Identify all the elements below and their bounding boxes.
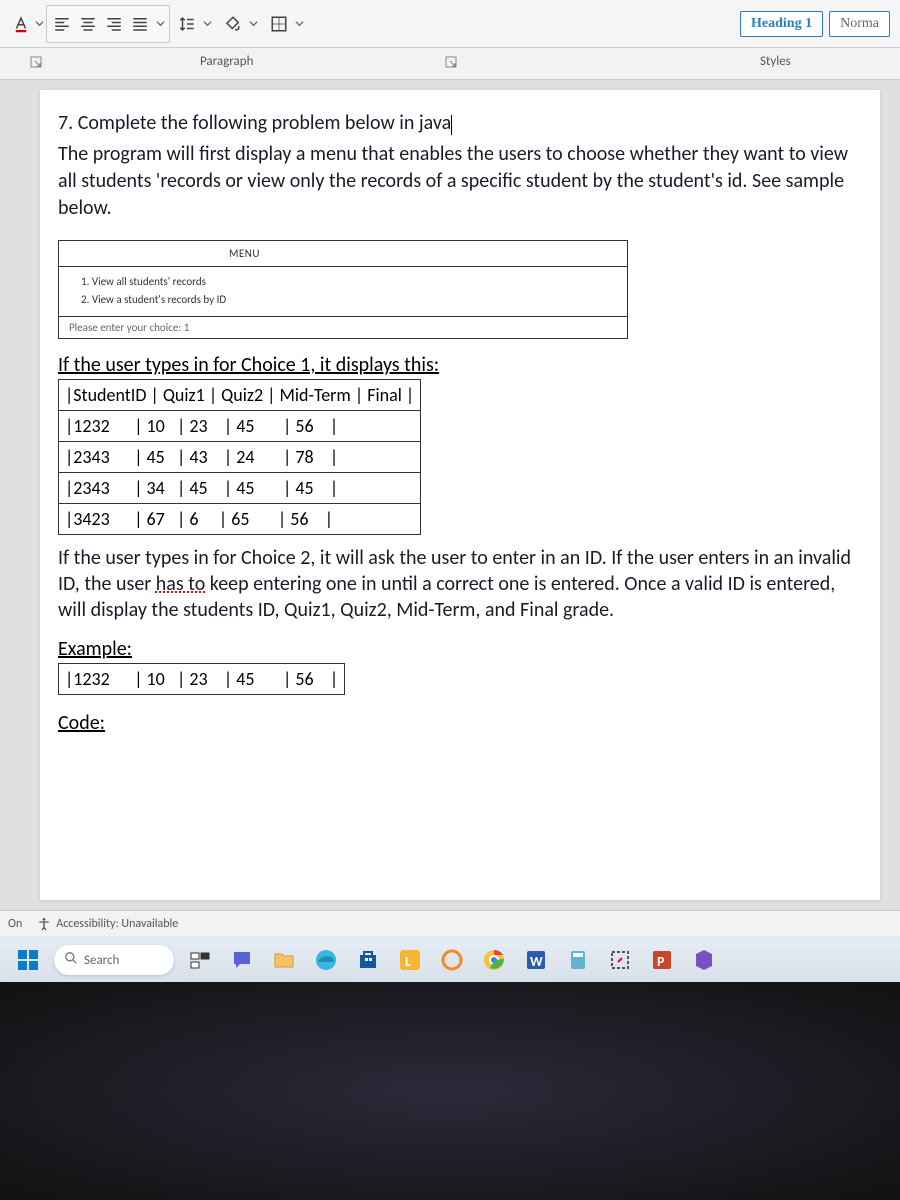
shading-group [218,5,262,43]
paragraph-align-group [46,5,170,43]
borders-icon[interactable] [268,13,290,35]
question-text: 7. Complete the following problem below … [58,110,862,222]
ribbon: Heading 1 Norma [0,0,900,48]
windows-taskbar: Search L W P [0,938,900,982]
chrome-icon[interactable] [478,944,510,976]
q-body: The program will first display a menu th… [58,141,862,222]
font-color-icon[interactable] [10,13,32,35]
chevron-down-icon[interactable] [202,19,212,28]
line-spacing-group [172,5,216,43]
table-row: |1232 | 10 | 23 | 45 | 56 | [59,664,345,695]
q-title: Complete the following problem below in … [73,111,451,135]
edge-icon[interactable] [310,944,342,976]
snip-icon[interactable] [604,944,636,976]
ribbon-group-labels: Paragraph Styles [0,48,900,80]
word-app-window: Heading 1 Norma Paragraph Styles 7. Comp… [0,0,900,960]
choice1-lead: If the user types in for Choice 1, it di… [58,353,862,377]
file-explorer-icon[interactable] [268,944,300,976]
code-label: Code: [58,711,862,735]
chat-icon[interactable] [226,944,258,976]
search-icon [64,951,78,969]
vs-icon[interactable] [688,944,720,976]
chevron-down-icon[interactable] [248,19,258,28]
align-center-icon[interactable] [77,13,99,35]
text-cursor [451,115,452,135]
example-label: Example: [58,637,862,661]
chevron-down-icon[interactable] [155,19,165,28]
physical-keyboard [0,982,900,1200]
store-icon[interactable] [352,944,384,976]
chevron-down-icon[interactable] [34,19,44,28]
svg-text:P: P [657,953,665,970]
align-justify-icon[interactable] [129,13,151,35]
group-label-styles: Styles [760,54,791,69]
styles-group: Heading 1 Norma [740,11,890,37]
app-circle-icon[interactable] [436,944,468,976]
table-row: |2343 | 34 | 45 | 45 | 45 | [59,473,421,504]
powerpoint-icon[interactable]: P [646,944,678,976]
table-row: |3423 | 67 | 6 | 65 | 56 | [59,504,421,535]
accessibility-status[interactable]: Accessibility: Unavailable [36,916,178,932]
align-left-icon[interactable] [51,13,73,35]
calc-icon[interactable] [562,944,594,976]
line-spacing-icon[interactable] [176,13,198,35]
task-view-icon[interactable] [184,944,216,976]
choice2-paragraph: If the user types in for Choice 2, it wi… [58,545,862,623]
menu-item: 1. View all students' records [81,273,617,291]
status-on: On [8,917,22,931]
group-label-paragraph: Paragraph [200,54,253,69]
q-number: 7. [58,111,73,135]
accessibility-icon [36,916,52,932]
style-heading1[interactable]: Heading 1 [740,11,823,37]
menu-sample-box: MENU 1. View all students' records 2. Vi… [58,240,628,339]
spellcheck-underline: has to [156,572,205,596]
status-bar: On Accessibility: Unavailable [0,910,900,936]
svg-text:L: L [405,953,411,970]
app-l-icon[interactable]: L [394,944,426,976]
word-icon[interactable]: W [520,944,552,976]
document-canvas[interactable]: 7. Complete the following problem below … [0,80,900,910]
menu-prompt: Please enter your choice: 1 [59,317,627,338]
dialog-launcher-icon[interactable] [445,56,459,70]
table-header-row: |StudentID | Quiz1 | Quiz2 | Mid-Term | … [59,380,421,411]
borders-group [264,5,308,43]
students-table: |StudentID | Quiz1 | Quiz2 | Mid-Term | … [58,379,421,535]
svg-text:W: W [530,953,543,970]
menu-header: MENU [59,241,627,267]
table-row: |2343 | 45 | 43 | 24 | 78 | [59,442,421,473]
example-table: |1232 | 10 | 23 | 45 | 56 | [58,663,345,695]
windows-start-icon[interactable] [12,944,44,976]
paint-bucket-icon[interactable] [222,13,244,35]
dialog-launcher-icon[interactable] [30,56,44,70]
align-right-icon[interactable] [103,13,125,35]
chevron-down-icon[interactable] [294,19,304,28]
taskbar-search[interactable]: Search [54,945,174,975]
menu-item: 2. View a student's records by ID [81,291,617,309]
table-row: |1232 | 10 | 23 | 45 | 56 | [59,411,421,442]
search-placeholder: Search [84,953,119,968]
style-normal[interactable]: Norma [829,11,890,37]
page: 7. Complete the following problem below … [40,90,880,900]
menu-items: 1. View all students' records 2. View a … [59,267,627,317]
